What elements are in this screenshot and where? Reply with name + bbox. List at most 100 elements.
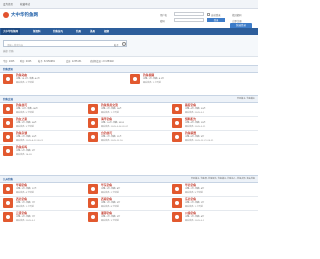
forum-last-post: 最后发表: 3 分钟前	[101, 219, 119, 222]
forum-item[interactable]: 钓鱼动态 主题: 19.1万, 帖数: 42万 最后发表: 2 分钟前	[3, 73, 123, 85]
forum-item[interactable]: 云贵钓鱼 主题: 3万, 帖数: 7万 最后发表: 2025-5-1	[3, 211, 85, 223]
forum-last-post: 最后发表: 2025-12-16	[101, 139, 123, 142]
auto-login-label: 自动登录	[211, 14, 221, 17]
auto-login-checkbox[interactable]	[207, 12, 210, 16]
nav-item-gear[interactable]: 渔具	[90, 28, 95, 35]
forum-icon[interactable]	[3, 74, 13, 84]
forum-last-post: 最后发表: 3 分钟前	[16, 125, 34, 128]
forum-item[interactable]: 华南钓鱼 主题: 3万, 帖数: 17万 最后发表: 4 分钟前	[3, 183, 85, 195]
section-header[interactable]: 九州钓鱼 分区版主: 钓鱼部, 钓鱼组长, 钓鱼版主, 钓鱼达人, 钓鱼大师, 渔…	[0, 175, 258, 183]
forum-icon[interactable]	[88, 104, 98, 114]
set-homepage-link[interactable]: 设为首页	[3, 2, 13, 6]
forum-item[interactable]: 钓鱼技巧 主题: 11万, 帖数: 98万 最后发表: 5 分钟前	[3, 103, 85, 115]
forum-item[interactable]: 钓鱼视频 主题: 1万, 帖数: 4.2万 最后发表: 1 小时前	[130, 73, 250, 85]
nav-item-bait[interactable]: 鱼饵料	[33, 28, 41, 35]
search-icon[interactable]	[122, 42, 126, 46]
forum-icon[interactable]	[3, 184, 13, 194]
forum-last-post: 最后发表: 9 分钟前	[185, 191, 203, 194]
site-logo-text: 大中华钓鱼网	[11, 13, 38, 18]
hot-search[interactable]: 热搜: 钓鱼	[3, 49, 14, 53]
forum-icon[interactable]	[3, 198, 13, 208]
forum-stats: 今日: 1005 昨日: 2025 帖子: 32156681 会员: 12351…	[0, 56, 258, 64]
search-input[interactable]: 请输入搜索内容 帖子	[3, 40, 127, 47]
forum-icon[interactable]	[3, 132, 13, 142]
username-input[interactable]	[174, 12, 204, 16]
forum-last-post: 最后发表: 2025-12-21 09:21	[185, 139, 214, 142]
section-moderators: 分区版主: 钓鱼部, 钓鱼组长, 钓鱼版主, 钓鱼达人, 钓鱼大师, 渔夫钓鱼	[190, 178, 255, 181]
section-title[interactable]: 九州钓鱼	[3, 177, 13, 181]
stat-newest-member[interactable]: 欢迎新会员: chn3fhbbh	[90, 59, 114, 63]
forum-item[interactable]: 钓鱼好吗 主题: 5万, 帖数: 2万 最后发表: 14:28	[3, 145, 85, 157]
search-placeholder: 请输入搜索内容	[7, 43, 24, 47]
forum-item[interactable]: 西北钓鱼 主题: 1万, 帖数: 7万 最后发表: 1 小时前	[3, 197, 85, 209]
forum-last-post: 最后发表: 2 分钟前	[101, 191, 119, 194]
forum-last-post: 最后发表: 1 小时前	[185, 205, 203, 208]
nav-item-tackle[interactable]: 钓具	[76, 28, 81, 35]
section-header[interactable]: 钓鱼交流 分区版主: 钓鱼版主	[0, 95, 258, 103]
fish-logo-icon	[3, 12, 9, 18]
search-mode-select[interactable]: 帖子	[114, 43, 119, 47]
forum-icon[interactable]	[172, 212, 182, 222]
forum-icon[interactable]	[172, 118, 182, 128]
username-label: 用户名	[160, 14, 168, 17]
forum-icon[interactable]	[172, 104, 182, 114]
forum-icon[interactable]	[88, 198, 98, 208]
forum-item[interactable]: 饵料配方 主题: 4万, 帖数: 29万 最后发表: 2025-3-11	[172, 117, 254, 129]
stat-posts: 帖子: 32156681	[38, 59, 55, 63]
forum-icon[interactable]	[3, 118, 13, 128]
forum-last-post: 最后发表: 2025-4-13 09:21	[16, 139, 44, 142]
nav-item-video[interactable]: 视频	[104, 28, 109, 35]
forum-icon[interactable]	[3, 146, 13, 156]
forum-icon[interactable]	[172, 198, 182, 208]
forum-item[interactable]: 钓鱼联盟 主题: 8万, 帖数: 9万 最后发表: 2025-12-21 09:21	[172, 131, 254, 143]
forum-last-post: 最后发表: 1 小时前	[101, 111, 119, 114]
forum-item[interactable]: 东北钓鱼 主题: 2万, 帖数: 2万 最后发表: 1 小时前	[172, 197, 254, 209]
forum-last-post: 最后发表: 4 分钟前	[16, 191, 34, 194]
forum-item[interactable]: 西南钓鱼 主题: 1万, 帖数: 3万 最后发表: 8 分钟前	[88, 197, 170, 209]
forum-item[interactable]: 钓鱼杂谈 主题: 2万, 帖数: 39万 最后发表: 2025-4-13 09:21	[3, 131, 85, 143]
forum-item[interactable]: 路亚钓鱼 主题: 4万, 帖数: 30万 最后发表: 2025-5-1	[172, 103, 254, 115]
section-moderators: 分区版主: 钓鱼版主	[237, 98, 255, 101]
forum-icon[interactable]	[172, 132, 182, 142]
section-title[interactable]: 钓鱼资讯	[3, 67, 13, 71]
section-title[interactable]: 钓鱼交流	[3, 97, 13, 101]
password-label: 密码	[160, 20, 165, 23]
forum-icon[interactable]	[88, 118, 98, 128]
forum-last-post: 最后发表: 1 小时前	[143, 81, 161, 84]
forum-icon[interactable]	[130, 74, 140, 84]
site-logo[interactable]: 大中华钓鱼网	[3, 10, 58, 21]
forum-item[interactable]: 川渝钓鱼 主题: 1万, 帖数: 4万 最后发表: 2025-5-1	[172, 211, 254, 223]
bookmark-link[interactable]: 收藏本站	[20, 2, 30, 6]
forum-icon[interactable]	[88, 212, 98, 222]
forum-last-post: 最后发表: 8 分钟前	[101, 205, 119, 208]
forum-item[interactable]: 台钓技巧 主题: 2万, 帖数: 11万 最后发表: 2025-12-16	[88, 131, 170, 143]
forum-item[interactable]: 华北钓鱼 主题: 2万, 帖数: 4万 最后发表: 9 分钟前	[172, 183, 254, 195]
forum-icon[interactable]	[172, 184, 182, 194]
stat-yesterday: 昨日: 2025	[20, 59, 32, 63]
forum-icon[interactable]	[88, 132, 98, 142]
forum-item[interactable]: 湘鄂钓鱼 主题: 2万, 帖数: 3万 最后发表: 3 分钟前	[88, 211, 170, 223]
login-button[interactable]: 登录	[207, 18, 225, 22]
password-input[interactable]	[174, 18, 204, 22]
forum-last-post: 最后发表: 2025-3-11	[185, 125, 206, 128]
top-bar: 设为首页 收藏本站	[0, 0, 258, 9]
section-header[interactable]: 钓鱼资讯	[0, 65, 258, 73]
forum-last-post: 最后发表: 1 小时前	[16, 205, 34, 208]
forum-item[interactable]: 钓友之家 主题: 3万, 帖数: 54万 最后发表: 3 分钟前	[3, 117, 85, 129]
nav-item-home[interactable]: 大中华钓鱼网	[1, 28, 21, 35]
forum-icon[interactable]	[3, 212, 13, 222]
stat-members: 会员: 1235131	[66, 59, 82, 63]
forum-item[interactable]: 华东钓鱼 主题: 3万, 帖数: 8万 最后发表: 2 分钟前	[88, 183, 170, 195]
forum-item[interactable]: 海竿钓鱼 主题: 1.6万, 帖数: 5592 最后发表: 2025-3-24 20…	[88, 117, 170, 129]
forum-icon[interactable]	[3, 104, 13, 114]
forum-last-post: 最后发表: 2025-5-1	[185, 111, 205, 114]
nav-item-tips[interactable]: 钓鱼技巧	[53, 28, 63, 35]
forum-item[interactable]: 钓鱼渔具交流 主题: 2万, 帖数: 16万 最后发表: 1 小时前	[88, 103, 170, 115]
forum-last-post: 最后发表: 14:28	[16, 153, 32, 156]
row-divider	[0, 144, 258, 145]
main-nav: 大中华钓鱼网 鱼饵料 钓鱼技巧 钓具 渔具 视频	[0, 28, 258, 35]
stat-today: 今日: 1005	[3, 59, 15, 63]
forgot-password-link[interactable]: 找回密码	[232, 13, 242, 17]
forum-icon[interactable]	[88, 184, 98, 194]
forum-last-post: 最后发表: 2 分钟前	[16, 81, 34, 84]
